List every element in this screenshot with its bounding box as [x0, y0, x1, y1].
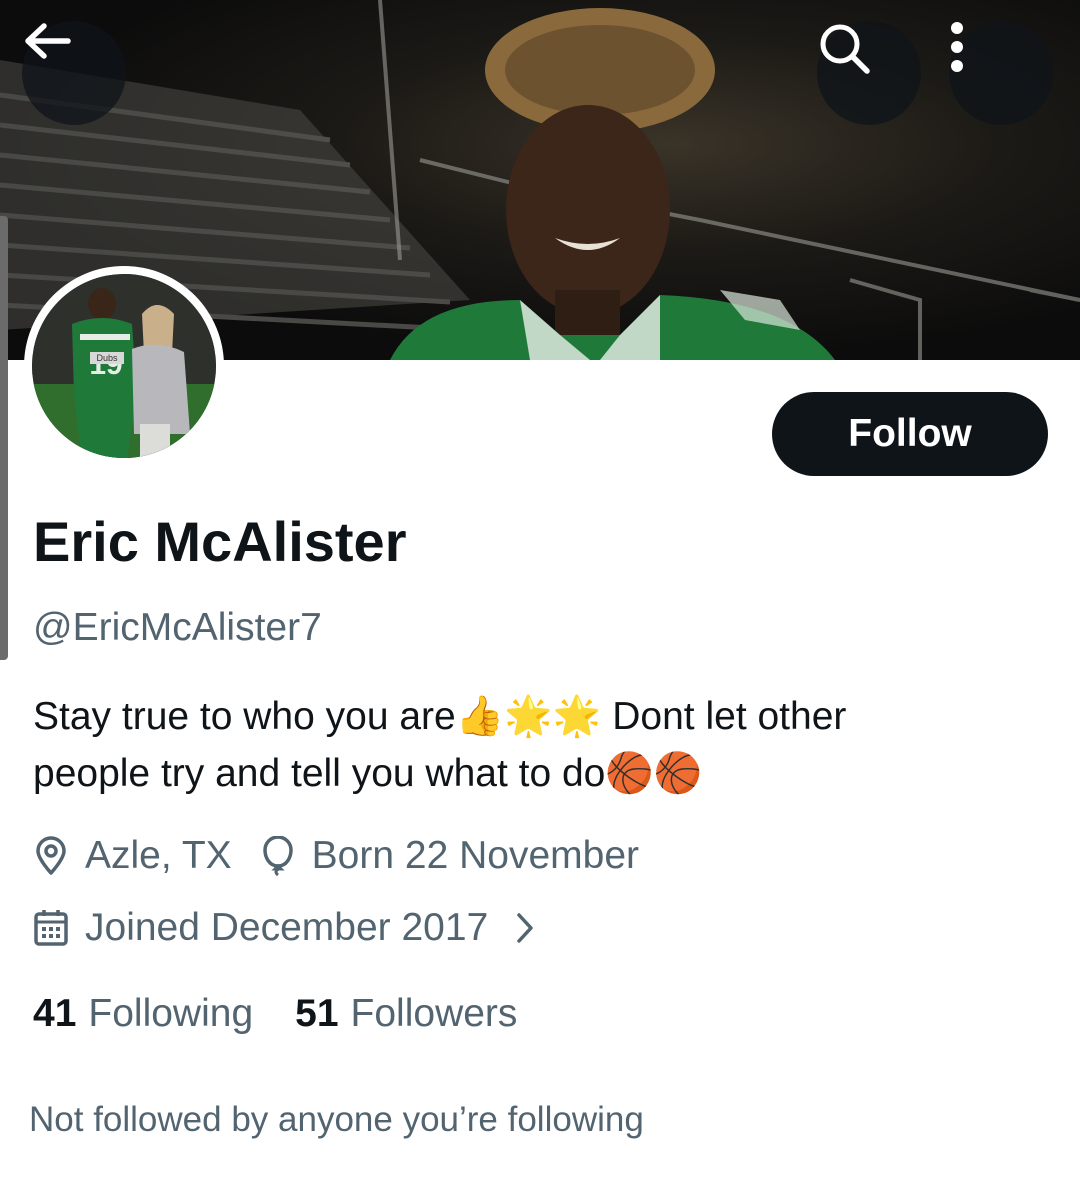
bio-line: Stay true to who you are👍🌟🌟 Dont let oth… [33, 695, 847, 738]
back-button[interactable] [22, 21, 126, 125]
followers-link[interactable]: 51 Followers [295, 992, 517, 1036]
followers-count: 51 [295, 992, 339, 1035]
username-handle: @EricMcAlister7 [33, 606, 322, 649]
follow-stats: 41 Following 51 Followers [33, 992, 517, 1036]
mutual-followers-note: Not followed by anyone you’re following [29, 1100, 644, 1139]
following-count: 41 [33, 992, 77, 1035]
followers-label: Followers [350, 992, 518, 1035]
avatar-photo: 19 Dubs [32, 274, 216, 458]
following-label: Following [88, 992, 254, 1035]
joined-text: Joined December 2017 [85, 906, 489, 949]
profile-meta-row: Azle, TX Born 22 November [33, 834, 639, 878]
location-pin-icon [33, 836, 69, 876]
bio-line: people try and tell you what to do🏀🏀 [33, 752, 703, 795]
balloon-icon [260, 836, 296, 876]
joined-row[interactable]: Joined December 2017 [33, 906, 536, 950]
more-options-button[interactable] [949, 21, 1053, 125]
following-link[interactable]: 41 Following [33, 992, 253, 1036]
bio: Stay true to who you are👍🌟🌟 Dont let oth… [33, 688, 1053, 802]
display-name: Eric McAlister [33, 510, 407, 573]
follow-button[interactable]: Follow [772, 392, 1048, 476]
location-text: Azle, TX [85, 834, 232, 877]
chevron-right-icon[interactable] [514, 911, 536, 945]
scroll-indicator[interactable] [0, 216, 8, 660]
search-button[interactable] [817, 21, 921, 125]
calendar-icon [33, 908, 69, 948]
avatar[interactable]: 19 Dubs [24, 266, 224, 466]
svg-text:Dubs: Dubs [96, 353, 118, 363]
birthday-text: Born 22 November [311, 834, 640, 877]
